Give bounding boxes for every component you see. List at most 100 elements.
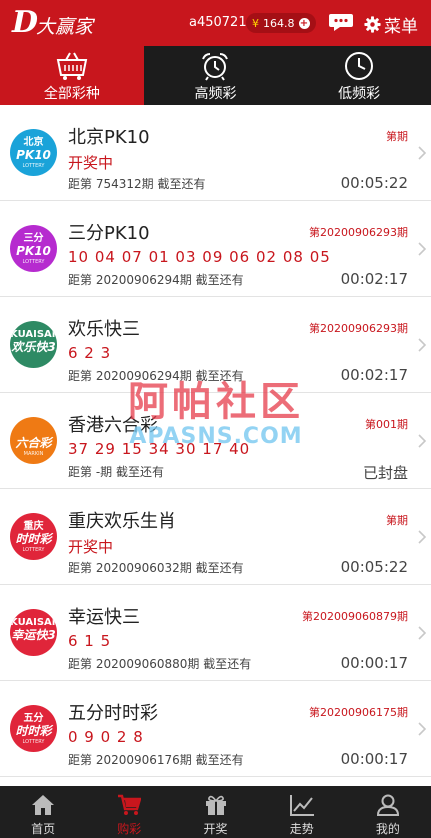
lottery-row[interactable]: 五分 时时彩 LOTTERY 五分时时彩 第20200906175期 0 9 0 2 8 距…	[0, 681, 431, 777]
countdown: 已封盘	[362, 464, 408, 482]
draw-period: 第001期	[365, 418, 408, 431]
tab-low-frequency[interactable]: 低频彩	[287, 46, 431, 105]
logo-line-main: 时时彩	[15, 532, 52, 546]
draw-result: 10 04 07 01 03 09 06 02 08 05	[68, 248, 331, 266]
draw-result: 0 9 0 2 8	[68, 728, 144, 746]
countdown: 00:00:17	[340, 750, 408, 768]
next-draw-text: 距第 20200906176期 截至还有	[68, 753, 244, 767]
lottery-logo-icon: 五分 时时彩 LOTTERY	[10, 705, 57, 752]
chevron-right-icon	[418, 242, 427, 256]
next-draw-text: 距第 -期 截至还有	[68, 465, 164, 479]
draw-period: 第20200906293期	[309, 322, 408, 335]
logo-line-top: KUAISAN	[10, 329, 57, 340]
lottery-name: 北京PK10	[68, 127, 150, 148]
logo-line-bottom: MARKIN	[23, 451, 44, 457]
next-draw-text: 距第 20200906294期 截至还有	[68, 369, 244, 383]
menu-label: 菜单	[384, 17, 418, 37]
draw-period: 第期	[386, 514, 408, 527]
countdown: 00:05:22	[340, 174, 408, 192]
logo-line-top: 五分	[23, 713, 44, 724]
logo-line-top: 北京	[23, 137, 44, 148]
recharge-plus-icon[interactable]: +	[298, 17, 310, 29]
lottery-list: 北京 PK10 LOTTERY 北京PK10 第期 开奖中 距第 754312期 截至还有 0…	[0, 105, 431, 777]
logo-line-main: PK10	[16, 244, 51, 258]
logo-line-bottom: LOTTERY	[22, 739, 45, 745]
draw-period: 第20200906175期	[309, 706, 408, 719]
username: a450721	[189, 15, 247, 30]
category-tabs: 全部彩种 高频彩 低频彩	[0, 46, 431, 105]
chevron-right-icon	[418, 626, 427, 640]
nav-label: 走势	[289, 822, 314, 836]
lottery-logo-icon: KUAISAN 欢乐快3	[10, 321, 57, 368]
draw-result: 37 29 15 34 30 17 40	[68, 440, 251, 458]
draw-period: 第202009060879期	[302, 610, 408, 623]
lottery-name: 幸运快三	[68, 607, 140, 628]
basket-icon	[56, 52, 88, 80]
balance-amount: 164.8	[263, 16, 295, 30]
lottery-name: 欢乐快三	[68, 319, 140, 340]
logo-line-bottom: LOTTERY	[22, 163, 45, 169]
countdown: 00:05:22	[340, 558, 408, 576]
countdown: 00:02:17	[340, 270, 408, 288]
lottery-logo-icon: 重庆 时时彩 LOTTERY	[10, 513, 57, 560]
nav-buy[interactable]: 购彩	[86, 786, 172, 838]
cart-icon	[118, 794, 142, 815]
bottom-nav: 首页 购彩 开奖 走势 我的	[0, 786, 431, 838]
logo-line-main: 六合彩	[15, 436, 52, 450]
lottery-name: 三分PK10	[68, 223, 150, 244]
logo-line-top: KUAISAN	[10, 617, 57, 628]
logo-line-bottom: LOTTERY	[22, 259, 45, 265]
balance-badge[interactable]: ¥ 164.8 +	[246, 13, 316, 33]
lottery-row[interactable]: KUAISAN 幸运快3 幸运快三 第202009060879期 6 1 5 距第 202…	[0, 585, 431, 681]
chevron-right-icon	[418, 434, 427, 448]
tab-high-frequency[interactable]: 高频彩	[144, 46, 288, 105]
nav-trend[interactable]: 走势	[259, 786, 345, 838]
gear-icon	[364, 16, 381, 33]
nav-draw[interactable]: 开奖	[172, 786, 258, 838]
lottery-row[interactable]: 北京 PK10 LOTTERY 北京PK10 第期 开奖中 距第 754312期 截至还有 0…	[0, 105, 431, 201]
lottery-logo-icon: 三分 PK10 LOTTERY	[10, 225, 57, 272]
alarm-clock-icon	[202, 53, 229, 81]
lottery-logo-icon: 北京 PK10 LOTTERY	[10, 129, 57, 176]
draw-period: 第20200906293期	[309, 226, 408, 239]
chevron-right-icon	[418, 146, 427, 160]
chevron-right-icon	[418, 530, 427, 544]
chevron-right-icon	[418, 338, 427, 352]
lottery-logo-icon: 六合彩 MARKIN	[10, 417, 57, 464]
lottery-row[interactable]: 三分 PK10 LOTTERY 三分PK10 第20200906293期 10 04 07…	[0, 201, 431, 297]
chevron-right-icon	[418, 722, 427, 736]
logo-line-main: PK10	[16, 148, 51, 162]
tab-all-lotteries[interactable]: 全部彩种	[0, 46, 144, 105]
logo-line-main: 时时彩	[15, 724, 52, 738]
nav-label: 首页	[31, 822, 56, 836]
home-icon	[32, 795, 55, 815]
clock-icon	[345, 52, 374, 80]
chat-icon[interactable]	[328, 12, 354, 32]
countdown: 00:00:17	[340, 654, 408, 672]
next-draw-text: 距第 754312期 截至还有	[68, 177, 206, 191]
logo-mark: D	[12, 5, 39, 40]
draw-result: 开奖中	[68, 154, 114, 172]
user-icon	[376, 794, 399, 816]
currency-symbol: ¥	[252, 16, 259, 30]
nav-home[interactable]: 首页	[0, 786, 86, 838]
nav-label: 购彩	[117, 822, 142, 836]
menu-button[interactable]: 菜单	[364, 12, 418, 37]
countdown: 00:02:17	[340, 366, 408, 384]
lottery-row[interactable]: 六合彩 MARKIN 香港六合彩 第001期 37 29 15 34 30 17 40 距…	[0, 393, 431, 489]
next-draw-text: 距第 202009060880期 截至还有	[68, 657, 252, 671]
logo-line-top: 重庆	[23, 521, 44, 532]
gift-icon	[205, 795, 226, 815]
nav-label: 我的	[375, 822, 400, 836]
draw-result: 6 2 3	[68, 344, 112, 362]
lottery-row[interactable]: KUAISAN 欢乐快3 欢乐快三 第20200906293期 6 2 3 距第 2020…	[0, 297, 431, 393]
lottery-row[interactable]: 重庆 时时彩 LOTTERY 重庆欢乐生肖 第期 开奖中 距第 20200906032期 截…	[0, 489, 431, 585]
logo-line-bottom: LOTTERY	[22, 547, 45, 553]
draw-result: 开奖中	[68, 538, 114, 556]
draw-result: 6 1 5	[68, 632, 112, 650]
nav-mine[interactable]: 我的	[345, 786, 431, 838]
logo-line-main: 欢乐快3	[11, 340, 56, 354]
app-logo[interactable]: D 大赢家	[12, 6, 93, 40]
tab-label: 全部彩种	[43, 86, 100, 102]
logo-line-top: 三分	[23, 233, 44, 244]
